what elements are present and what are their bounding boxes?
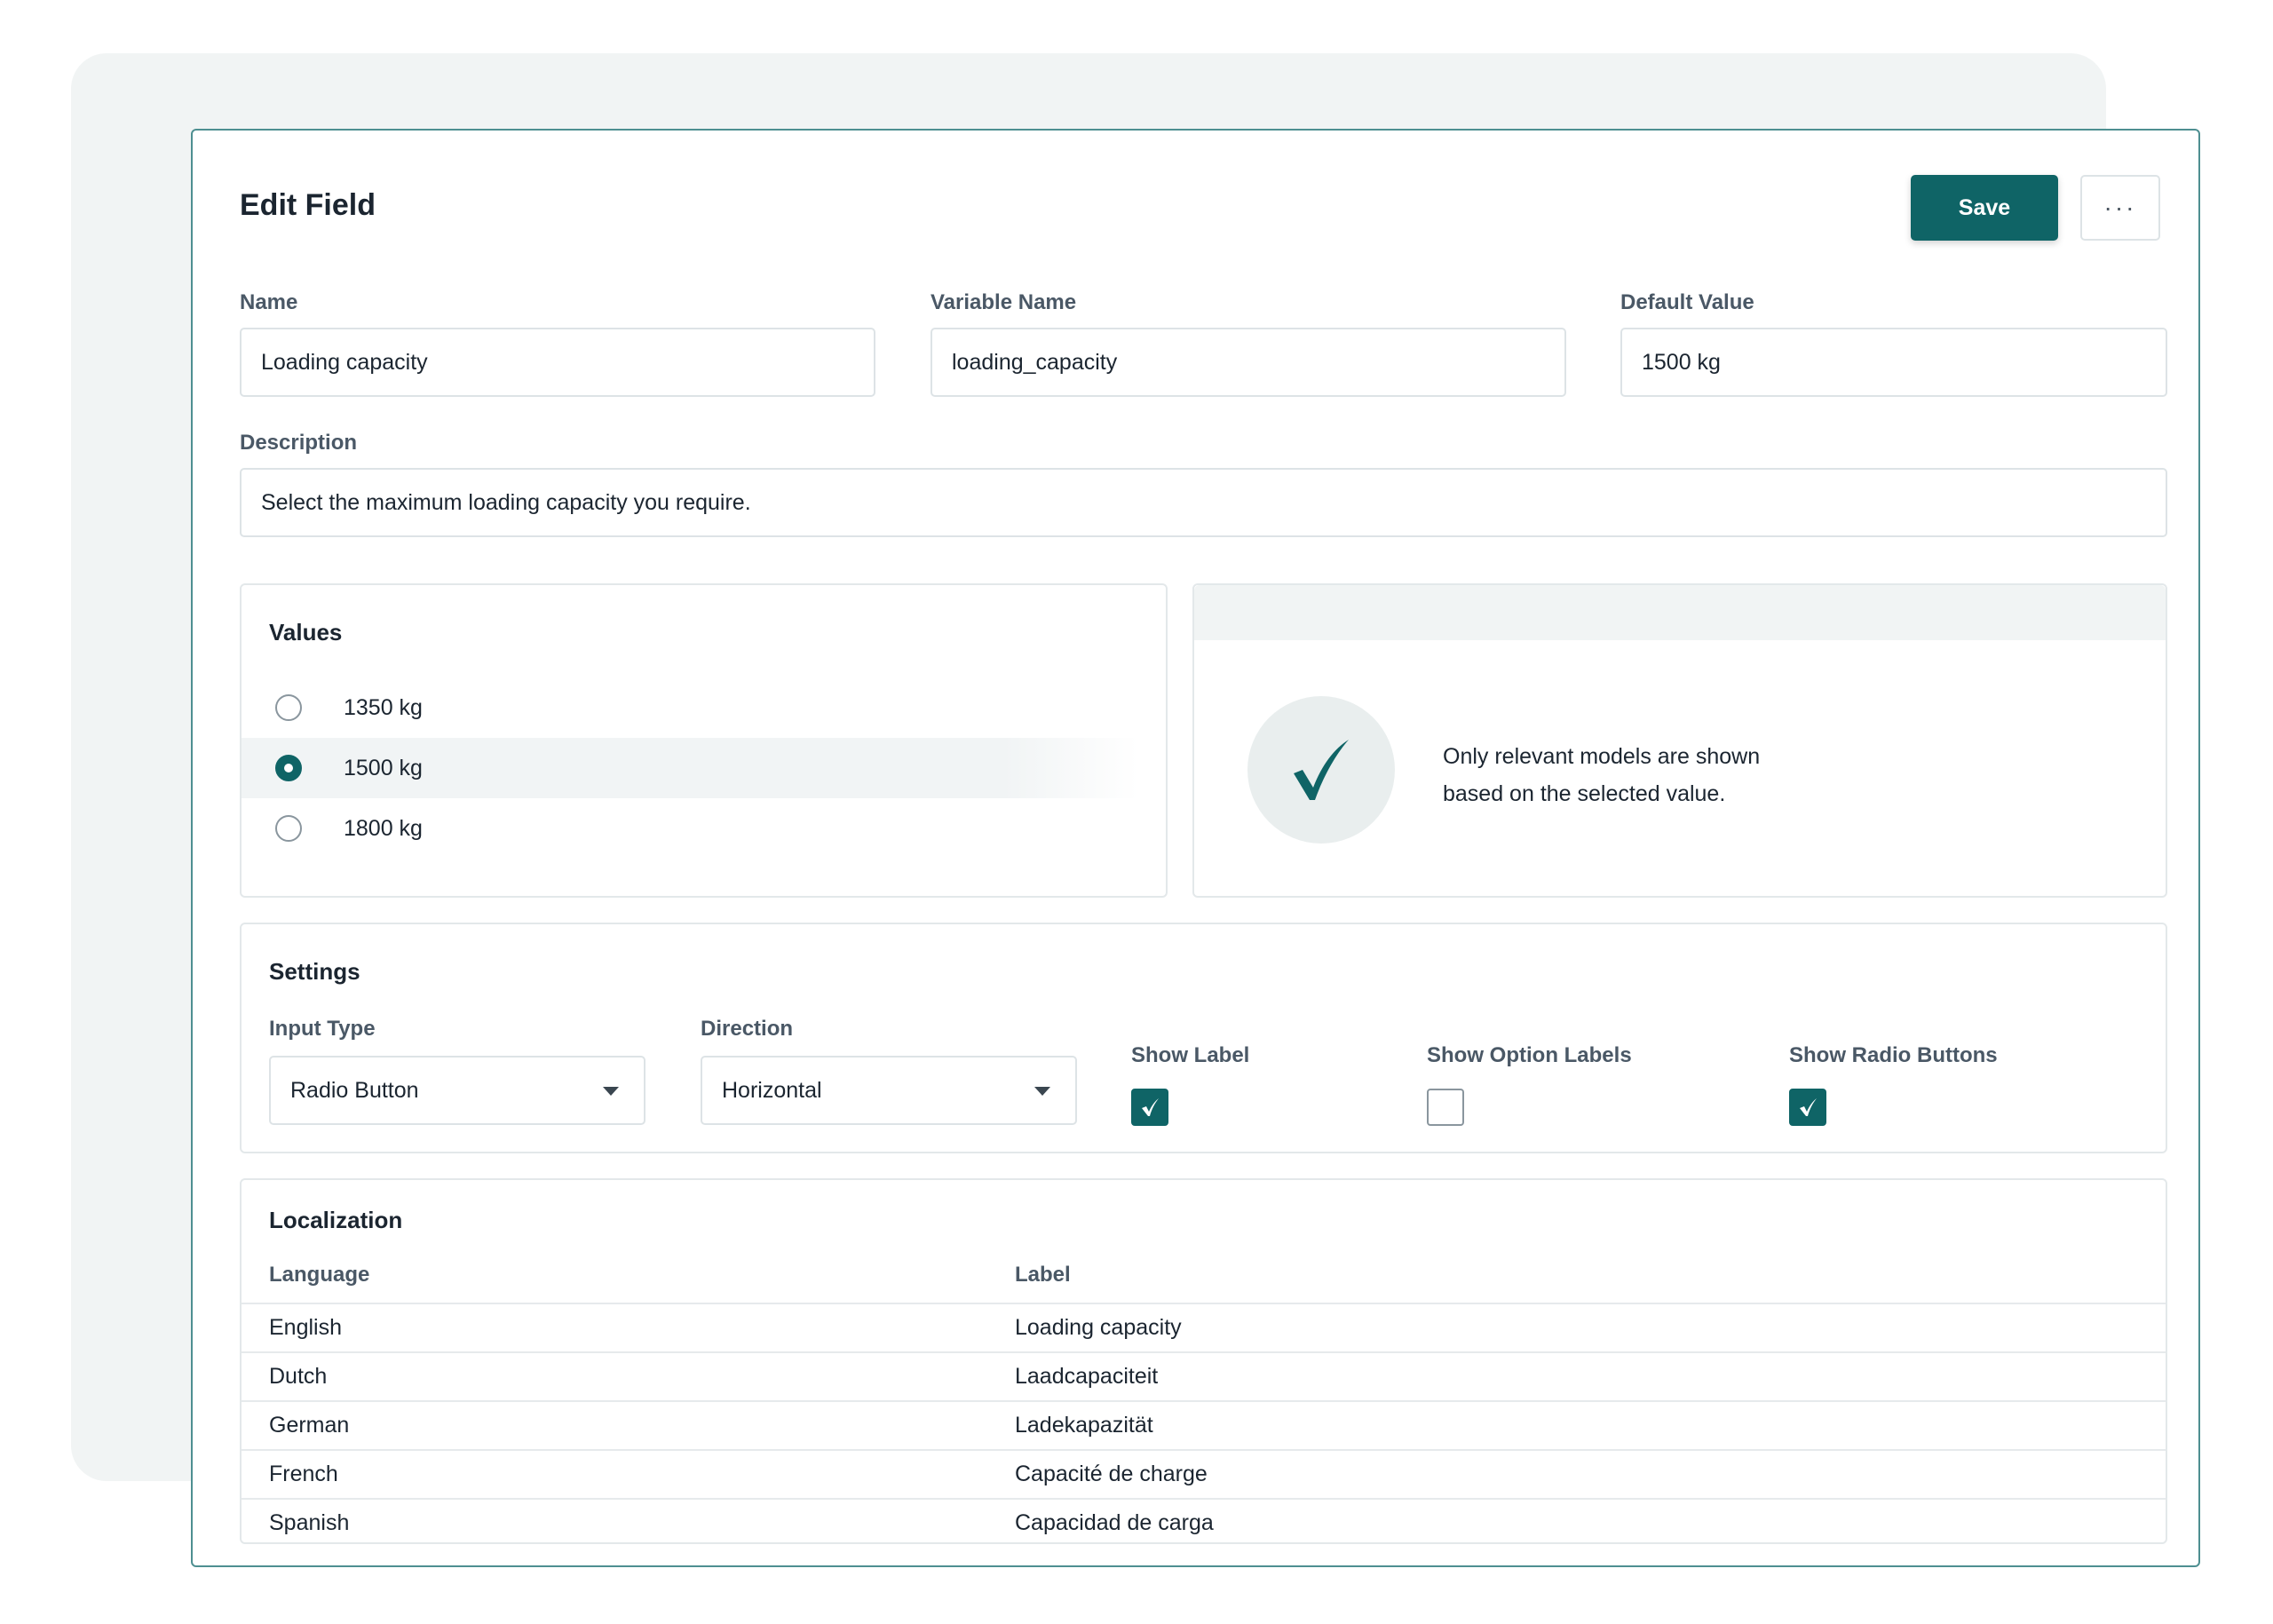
- column-header-language: Language: [269, 1263, 370, 1287]
- check-icon: [1142, 1098, 1159, 1116]
- language-cell: Dutch: [269, 1364, 328, 1389]
- values-panel: Values 1350 kg 1500 kg 1800 kg: [240, 583, 1168, 898]
- checkmark-badge: [1247, 696, 1395, 844]
- value-option-label: 1800 kg: [344, 815, 423, 841]
- language-cell: German: [269, 1413, 350, 1438]
- chevron-down-icon: [1034, 1087, 1050, 1096]
- checkmark-icon: [1294, 740, 1349, 800]
- label-cell: Laadcapaciteit: [1015, 1364, 1159, 1389]
- input-type-select[interactable]: Radio Button: [269, 1056, 645, 1125]
- chevron-down-icon: [603, 1087, 619, 1096]
- show-label-label: Show Label: [1131, 1043, 1250, 1067]
- radio-button[interactable]: [275, 694, 302, 721]
- table-row[interactable]: Spanish Capacidad de carga: [242, 1498, 2166, 1547]
- page-title: Edit Field: [240, 188, 376, 222]
- description-label: Description: [240, 431, 358, 455]
- settings-panel: Settings Input Type Radio Button Directi…: [240, 923, 2167, 1153]
- value-option-row[interactable]: 1350 kg: [242, 677, 1129, 738]
- label-cell: Capacité de charge: [1015, 1462, 1208, 1486]
- radio-button[interactable]: [275, 755, 302, 781]
- info-panel: Only relevant models are shown based on …: [1192, 583, 2167, 898]
- value-option-label: 1500 kg: [344, 755, 423, 780]
- localization-panel: Localization Language Label English Load…: [240, 1178, 2167, 1544]
- language-cell: French: [269, 1462, 338, 1486]
- label-cell: Ladekapazität: [1015, 1413, 1153, 1438]
- show-option-labels-checkbox[interactable]: [1427, 1089, 1464, 1126]
- direction-select[interactable]: Horizontal: [701, 1056, 1077, 1125]
- table-row[interactable]: German Ladekapazität: [242, 1400, 2166, 1449]
- settings-title: Settings: [269, 958, 360, 985]
- radio-button[interactable]: [275, 815, 302, 842]
- info-line: based on the selected value.: [1443, 781, 1726, 806]
- variable-name-label: Variable Name: [931, 290, 1077, 314]
- description-input[interactable]: Select the maximum loading capacity you …: [240, 468, 2167, 537]
- values-title: Values: [269, 619, 343, 646]
- table-row[interactable]: English Loading capacity: [242, 1303, 2166, 1351]
- info-line: Only relevant models are shown: [1443, 744, 1761, 769]
- value-option-row[interactable]: 1500 kg: [242, 738, 1138, 798]
- language-cell: English: [269, 1315, 342, 1340]
- info-text: Only relevant models are shown based on …: [1443, 738, 1851, 812]
- variable-name-input[interactable]: loading_capacity: [931, 328, 1566, 397]
- input-type-value: Radio Button: [290, 1077, 419, 1103]
- info-panel-header: [1194, 585, 2166, 640]
- default-value-label: Default Value: [1620, 290, 1754, 314]
- input-type-label: Input Type: [269, 1017, 376, 1041]
- show-radio-buttons-label: Show Radio Buttons: [1789, 1043, 1998, 1067]
- table-row[interactable]: French Capacité de charge: [242, 1449, 2166, 1498]
- save-button[interactable]: Save: [1911, 175, 2058, 241]
- name-label: Name: [240, 290, 298, 314]
- language-cell: Spanish: [269, 1510, 350, 1535]
- value-option-row[interactable]: 1800 kg: [242, 798, 1129, 859]
- label-cell: Capacidad de carga: [1015, 1510, 1214, 1535]
- direction-label: Direction: [701, 1017, 794, 1041]
- check-icon: [1800, 1098, 1817, 1116]
- more-options-button[interactable]: ···: [2080, 175, 2160, 241]
- name-input[interactable]: Loading capacity: [240, 328, 875, 397]
- localization-title: Localization: [269, 1207, 403, 1233]
- show-label-checkbox[interactable]: [1131, 1089, 1168, 1126]
- table-row[interactable]: Dutch Laadcapaciteit: [242, 1351, 2166, 1400]
- column-header-label: Label: [1015, 1263, 1071, 1287]
- value-option-label: 1350 kg: [344, 694, 423, 720]
- show-radio-buttons-checkbox[interactable]: [1789, 1089, 1826, 1126]
- edit-field-card: Edit Field Save ··· Name Loading capacit…: [191, 129, 2200, 1567]
- direction-value: Horizontal: [722, 1077, 822, 1103]
- label-cell: Loading capacity: [1015, 1315, 1182, 1340]
- ellipsis-icon: ···: [2103, 194, 2137, 221]
- default-value-input[interactable]: 1500 kg: [1620, 328, 2167, 397]
- show-option-labels-label: Show Option Labels: [1427, 1043, 1632, 1067]
